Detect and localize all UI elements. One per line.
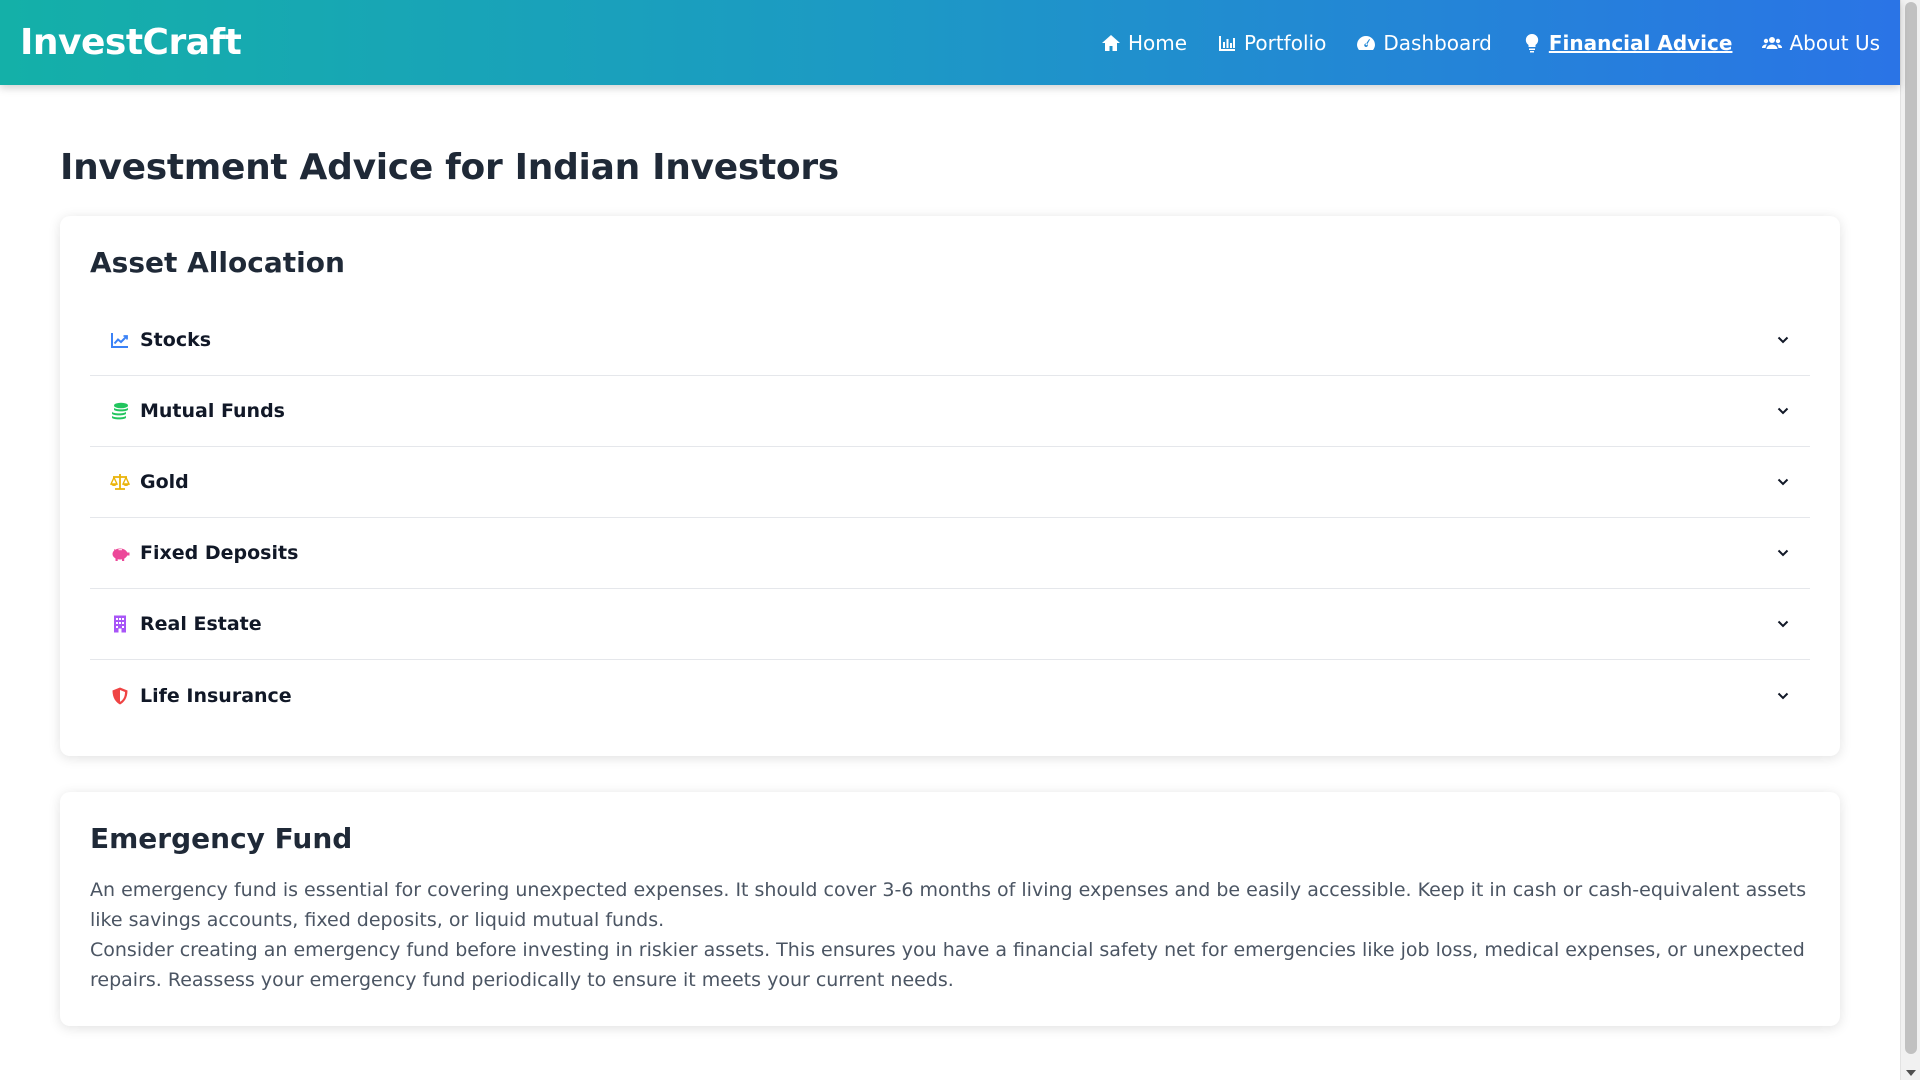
nav-label-home: Home — [1127, 30, 1188, 55]
chevron-down-icon[interactable] — [1776, 546, 1790, 560]
nav-item-portfolio[interactable]: Portfolio — [1217, 31, 1326, 55]
emergency-fund-paragraph-1: An emergency fund is essential for cover… — [90, 879, 1807, 931]
accordion-item-mutual-funds[interactable]: Mutual Funds — [90, 376, 1810, 447]
nav-item-home[interactable]: Home — [1101, 31, 1187, 55]
brand-logo[interactable]: InvestCraft — [20, 22, 242, 63]
nav-label-about-us: About Us — [1789, 30, 1880, 55]
accordion-item-stocks[interactable]: Stocks — [90, 305, 1810, 376]
scrollbar-thumb[interactable] — [1905, 2, 1917, 1054]
accordion-item-fixed-deposits[interactable]: Fixed Deposits — [90, 518, 1810, 589]
accordion-label: Mutual Funds — [140, 400, 285, 422]
building-icon — [110, 614, 130, 634]
accordion-label: Real Estate — [140, 613, 262, 635]
coins-icon — [110, 401, 130, 421]
chart-line-icon — [110, 330, 130, 350]
chevron-down-icon[interactable] — [1776, 617, 1790, 631]
accordion-item-gold[interactable]: Gold — [90, 447, 1810, 518]
balance-scale-icon — [110, 472, 130, 492]
accordion-label: Fixed Deposits — [140, 542, 299, 564]
accordion-label: Stocks — [140, 329, 212, 351]
users-icon — [1762, 33, 1783, 53]
page-title: Investment Advice for Indian Investors — [60, 147, 839, 188]
nav-item-dashboard[interactable]: Dashboard — [1356, 31, 1492, 55]
nav-item-financial-advice[interactable]: Financial Advice — [1522, 30, 1733, 55]
gauge-icon — [1356, 33, 1376, 53]
emergency-fund-body: An emergency fund is essential for cover… — [90, 875, 1810, 995]
accordion-label: Life Insurance — [140, 684, 292, 707]
main-content: Investment Advice for Indian Investors A… — [60, 85, 1840, 1026]
home-icon — [1101, 33, 1121, 53]
accordion-label: Gold — [140, 471, 189, 493]
chart-bar-icon — [1217, 33, 1237, 53]
nav-label-dashboard: Dashboard — [1383, 30, 1492, 55]
chevron-down-icon[interactable] — [1776, 404, 1790, 418]
asset-allocation-card: Asset Allocation Stocks Mutual Funds Gol… — [60, 216, 1840, 756]
emergency-fund-title: Emergency Fund — [90, 822, 353, 855]
emergency-fund-paragraph-2: Consider creating an emergency fund befo… — [90, 939, 1805, 991]
piggy-bank-icon — [110, 543, 130, 563]
main-nav: Home Portfolio Dashboard Financial Advic… — [1101, 31, 1880, 55]
emergency-fund-card: Emergency Fund An emergency fund is esse… — [60, 792, 1840, 1026]
asset-allocation-accordion: Stocks Mutual Funds Gold Fixed Deposits … — [90, 305, 1810, 731]
navbar: InvestCraft Home Portfolio Dashboard Fin… — [0, 0, 1900, 85]
chevron-down-icon[interactable] — [1776, 475, 1790, 489]
nav-label-financial-advice: Financial Advice — [1548, 30, 1733, 55]
nav-item-about-us[interactable]: About Us — [1762, 31, 1880, 55]
accordion-item-life-insurance[interactable]: Life Insurance — [90, 660, 1810, 731]
chevron-down-icon[interactable] — [1776, 689, 1790, 703]
accordion-item-real-estate[interactable]: Real Estate — [90, 589, 1810, 660]
asset-allocation-title: Asset Allocation — [90, 246, 345, 279]
vertical-scrollbar[interactable] — [1900, 0, 1920, 1080]
scroll-down-arrow-icon[interactable] — [1906, 1070, 1916, 1076]
nav-label-portfolio: Portfolio — [1244, 30, 1327, 55]
lightbulb-icon — [1522, 33, 1542, 53]
shield-icon — [110, 686, 130, 706]
chevron-down-icon[interactable] — [1776, 333, 1790, 347]
